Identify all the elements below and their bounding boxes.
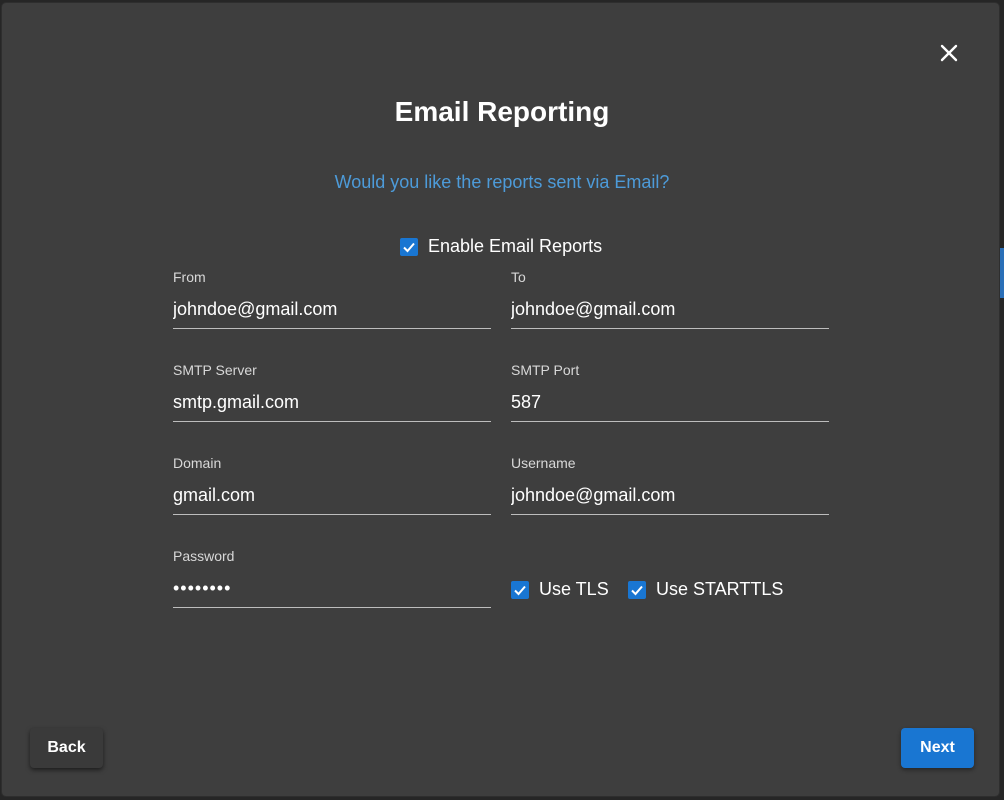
close-button[interactable] <box>934 38 964 68</box>
use-tls-checkbox[interactable]: Use TLS <box>511 579 609 600</box>
domain-field: Domain <box>173 455 491 515</box>
domain-input[interactable] <box>173 485 491 515</box>
enable-email-reports-checkbox[interactable]: Enable Email Reports <box>400 236 602 257</box>
from-field: From <box>173 269 491 329</box>
checkbox-checked-icon[interactable] <box>628 580 646 599</box>
use-starttls-label: Use STARTTLS <box>656 579 784 599</box>
from-label: From <box>173 269 206 285</box>
smtp-port-input[interactable] <box>511 392 829 422</box>
password-field: Password •••••••• <box>173 548 491 608</box>
smtp-server-field: SMTP Server <box>173 362 491 422</box>
domain-label: Domain <box>173 455 222 471</box>
smtp-port-label: SMTP Port <box>511 362 580 378</box>
next-button[interactable]: Next <box>901 728 974 768</box>
enable-email-reports-label: Enable Email Reports <box>428 236 603 256</box>
checkbox-checked-icon[interactable] <box>400 237 418 256</box>
username-label: Username <box>511 455 576 471</box>
dialog-title: Email Reporting <box>394 96 610 127</box>
back-button[interactable]: Back <box>30 728 103 768</box>
use-tls-label: Use TLS <box>539 579 609 599</box>
use-starttls-checkbox[interactable]: Use STARTTLS <box>628 579 783 600</box>
smtp-server-input[interactable] <box>173 392 491 422</box>
smtp-port-field: SMTP Port <box>511 362 829 422</box>
username-field: Username <box>511 455 829 515</box>
checkbox-checked-icon[interactable] <box>511 580 529 599</box>
from-input[interactable] <box>173 299 491 329</box>
backdrop-edge <box>1000 248 1004 298</box>
username-input[interactable] <box>511 485 829 515</box>
dialog-subtitle: Would you like the reports sent via Emai… <box>334 172 670 192</box>
close-icon <box>940 44 958 62</box>
to-label: To <box>511 269 526 285</box>
password-input[interactable]: •••••••• <box>173 578 491 608</box>
smtp-server-label: SMTP Server <box>173 362 257 378</box>
to-field: To <box>511 269 829 329</box>
to-input[interactable] <box>511 299 829 329</box>
password-label: Password <box>173 548 235 564</box>
